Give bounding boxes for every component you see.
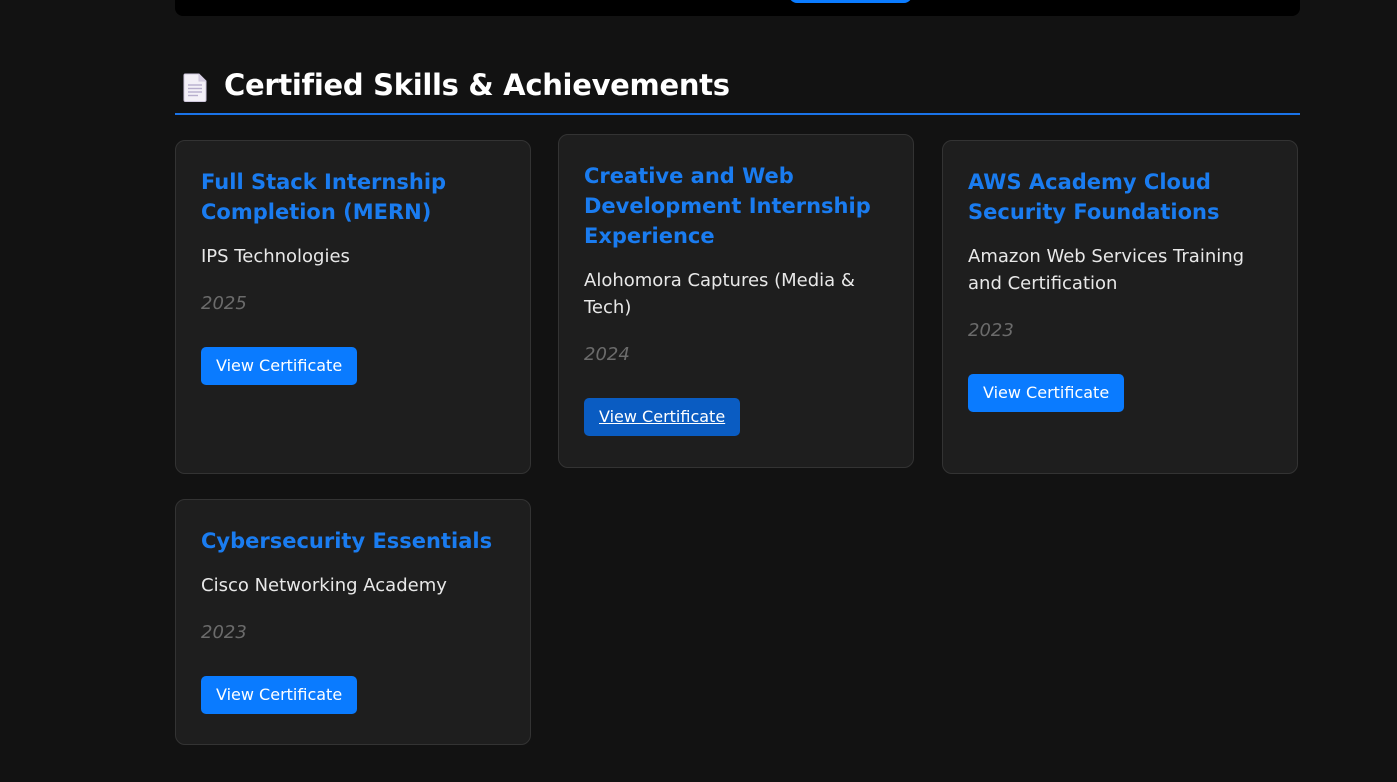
certificate-year: 2023 <box>201 622 247 643</box>
certificate-title: Creative and Web Development Internship … <box>584 164 871 248</box>
document-icon <box>183 73 207 102</box>
certificate-issuer: Amazon Web Services Training and Certifi… <box>968 246 1245 294</box>
certificate-title: Full Stack Internship Completion (MERN) <box>201 170 447 224</box>
certificate-title: Cybersecurity Essentials <box>201 529 493 553</box>
view-certificate-button[interactable]: View Certificate <box>201 676 358 714</box>
certificate-issuer: Alohomora Captures (Media & Tech) <box>584 270 855 318</box>
section-header: Certified Skills & Achievements <box>175 62 1300 115</box>
certificate-title: AWS Academy Cloud Security Foundations <box>968 170 1220 224</box>
certificate-year: 2025 <box>201 293 247 314</box>
section-title: Certified Skills & Achievements <box>224 68 730 102</box>
previous-section-bar <box>175 0 1300 16</box>
certificate-card: AWS Academy Cloud Security Foundations A… <box>942 140 1298 474</box>
certificate-card: Full Stack Internship Completion (MERN) … <box>175 140 531 474</box>
certificate-year: 2023 <box>968 320 1014 341</box>
certificate-card: Creative and Web Development Internship … <box>558 134 914 468</box>
certificate-card: Cybersecurity Essentials Cisco Networkin… <box>175 499 531 745</box>
certificate-issuer: IPS Technologies <box>201 246 350 267</box>
previous-section-button[interactable] <box>789 0 912 3</box>
view-certificate-button[interactable]: View Certificate <box>968 374 1125 412</box>
view-certificate-button[interactable]: View Certificate <box>584 398 741 436</box>
view-certificate-button[interactable]: View Certificate <box>201 347 358 385</box>
certificate-issuer: Cisco Networking Academy <box>201 575 447 596</box>
certificate-year: 2024 <box>584 344 630 365</box>
